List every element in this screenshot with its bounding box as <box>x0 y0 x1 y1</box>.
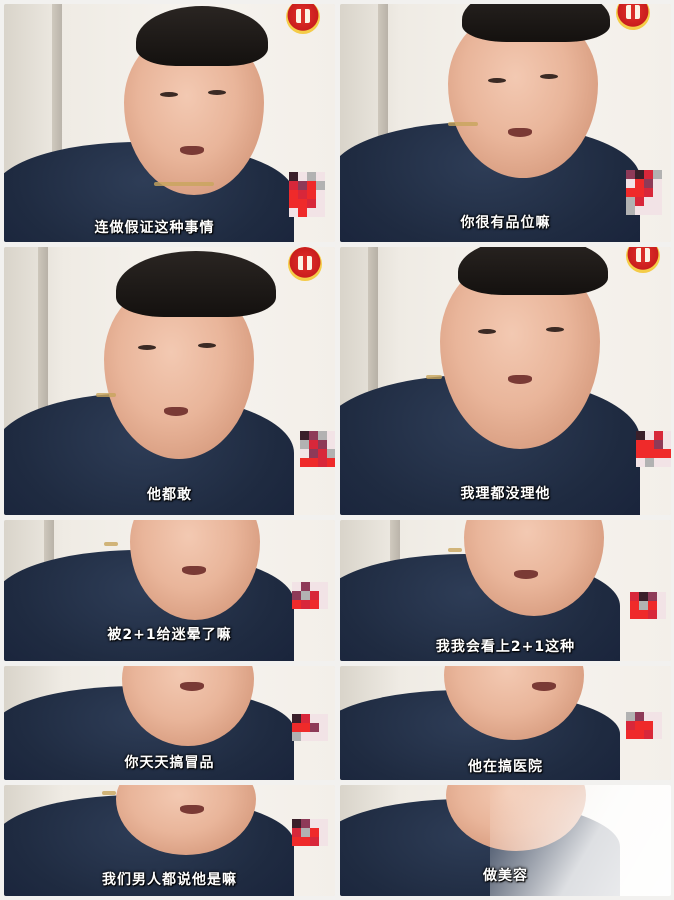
mosaic-icon <box>636 431 671 467</box>
eye-right <box>540 74 558 79</box>
eye-right <box>198 343 216 348</box>
panel-2: 你很有品位嘛 <box>340 4 671 242</box>
meme-grid: 连做假证这种事情 你很有品位嘛 他都敢 我理都没理他 被2+1给迷晕了嘛 我我会… <box>0 0 674 900</box>
eye-left <box>488 78 506 83</box>
panel-4: 我理都没理他 <box>340 247 671 515</box>
panel-5: 被2+1给迷晕了嘛 <box>4 520 335 661</box>
mouth <box>180 805 204 814</box>
panel-6: 我我会看上2+1这种 <box>340 520 671 661</box>
subtitle: 你天天搞冒品 <box>124 755 215 771</box>
mosaic-icon <box>292 582 328 609</box>
necklace <box>426 375 442 379</box>
panel-10: 做美容 <box>340 785 671 896</box>
mosaic-icon <box>292 819 328 846</box>
subtitle: 他都敢 <box>147 487 192 503</box>
mouth <box>182 566 206 575</box>
subtitle: 我我会看上2+1这种 <box>435 639 576 655</box>
eye-right <box>546 327 564 332</box>
eye-left <box>138 345 156 350</box>
mouth <box>514 570 538 579</box>
eye-right <box>208 90 226 95</box>
gift-badge-icon <box>288 247 322 281</box>
subtitle: 我们男人都说他是嘛 <box>102 872 237 888</box>
mouth <box>508 375 532 384</box>
panel-8: 他在搞医院 <box>340 666 671 780</box>
mouth <box>532 682 556 691</box>
hair <box>458 247 608 295</box>
mosaic-icon <box>292 714 328 741</box>
panel-3: 他都敢 <box>4 247 335 515</box>
subtitle: 连做假证这种事情 <box>94 220 215 236</box>
subtitle: 他在搞医院 <box>468 759 543 775</box>
eye-left <box>478 329 496 334</box>
mouth <box>164 407 188 416</box>
panel-9: 我们男人都说他是嘛 <box>4 785 335 896</box>
panel-1: 连做假证这种事情 <box>4 4 335 242</box>
mouth <box>180 682 204 691</box>
necklace <box>154 182 214 186</box>
necklace <box>104 542 118 546</box>
necklace <box>448 548 462 552</box>
subtitle: 你很有品位嘛 <box>460 215 551 231</box>
subtitle: 被2+1给迷晕了嘛 <box>107 627 232 643</box>
mouth <box>180 146 204 155</box>
subtitle: 做美容 <box>483 868 528 884</box>
mosaic-icon <box>626 712 662 739</box>
mosaic-icon <box>300 431 335 467</box>
mouth <box>508 128 532 137</box>
eye-left <box>160 92 178 97</box>
mosaic-icon <box>630 592 666 619</box>
necklace <box>96 393 116 397</box>
subtitle: 我理都没理他 <box>460 486 551 502</box>
necklace <box>448 122 478 126</box>
hair <box>462 4 610 42</box>
mosaic-icon <box>626 170 662 215</box>
mosaic-icon <box>289 172 325 217</box>
necklace <box>102 791 116 795</box>
panel-7: 你天天搞冒品 <box>4 666 335 780</box>
